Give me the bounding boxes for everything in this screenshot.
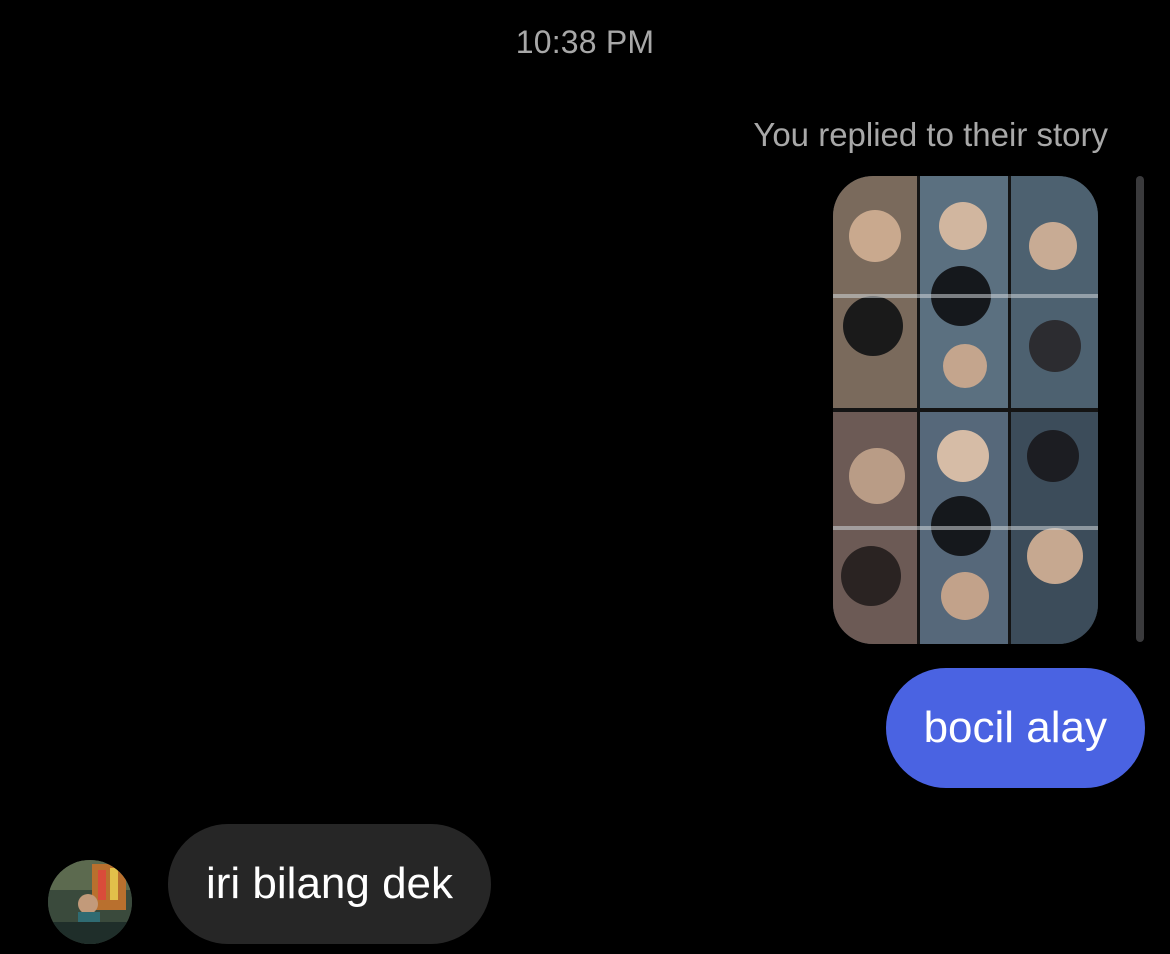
story-reply-note: You replied to their story	[753, 116, 1108, 153]
incoming-message-bubble[interactable]: iri bilang dek	[168, 824, 492, 944]
outgoing-message-bubble[interactable]: bocil alay	[885, 668, 1145, 788]
contact-avatar-icon	[48, 860, 132, 944]
story-thumbnail[interactable]	[833, 176, 1098, 644]
story-photo-grid-icon	[833, 176, 1098, 644]
contact-avatar[interactable]	[48, 860, 132, 944]
scrollbar[interactable]	[1136, 176, 1144, 642]
message-timestamp: 10:38 PM	[515, 24, 655, 60]
